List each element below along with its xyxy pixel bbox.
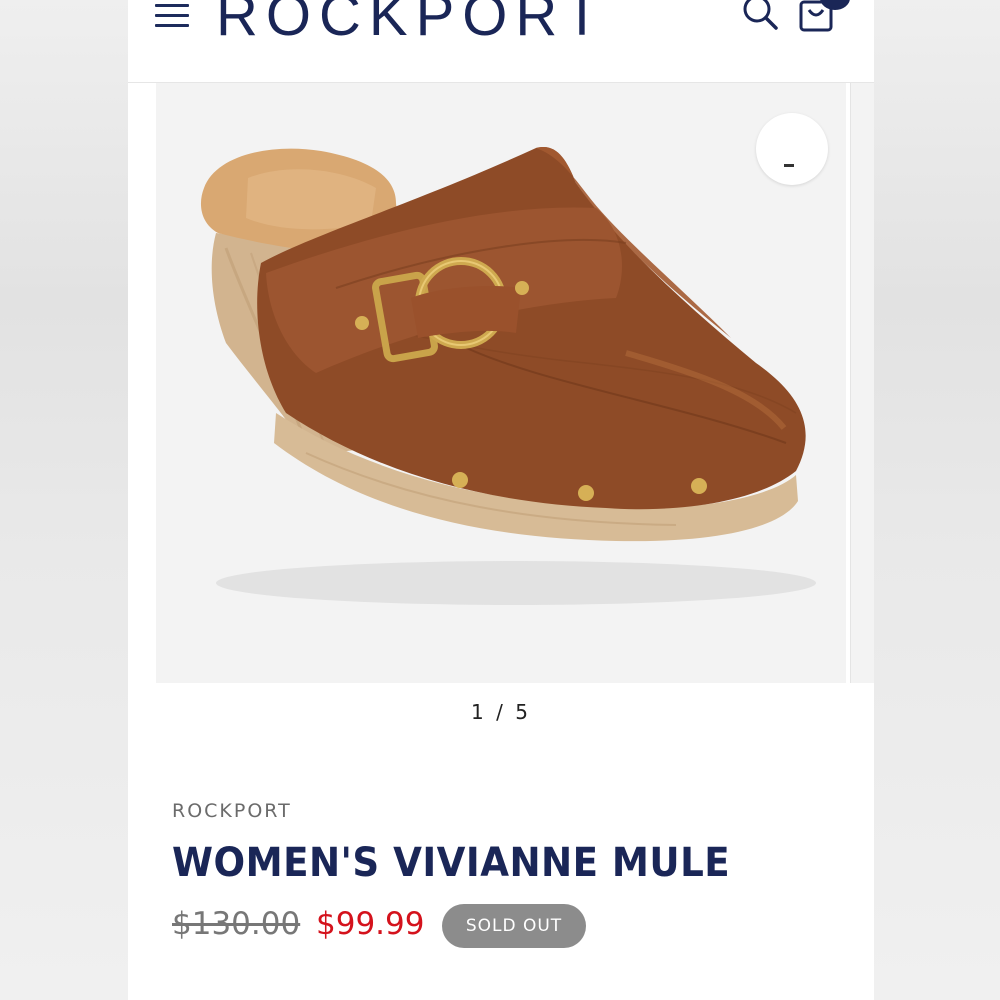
site-logo[interactable]: ROCKPORT	[216, 0, 608, 49]
site-header: ROCKPORT	[128, 0, 874, 83]
next-image-peek[interactable]	[850, 83, 874, 683]
zoom-icon[interactable]	[756, 113, 828, 185]
background-right	[874, 0, 1000, 1000]
product-brand[interactable]: ROCKPORT	[172, 800, 292, 822]
phone-screen: ROCKPORT 1 / 5 ROCKPORT WOMEN'S VIVIANNE…	[128, 0, 874, 1000]
hamburger-menu-icon[interactable]	[155, 4, 191, 28]
background-left	[0, 0, 128, 1000]
counter-current: 1	[471, 700, 487, 724]
counter-separator: /	[496, 700, 506, 724]
product-image-gallery[interactable]	[156, 83, 846, 683]
counter-total: 5	[515, 700, 531, 724]
sale-price: $99.99	[316, 906, 425, 942]
sold-out-badge: SOLD OUT	[442, 904, 586, 948]
product-image[interactable]	[156, 83, 846, 683]
image-counter: 1 / 5	[128, 700, 874, 724]
product-title: WOMEN'S VIVIANNE MULE	[172, 840, 731, 886]
search-icon[interactable]	[740, 0, 780, 34]
original-price: $130.00	[172, 906, 301, 942]
